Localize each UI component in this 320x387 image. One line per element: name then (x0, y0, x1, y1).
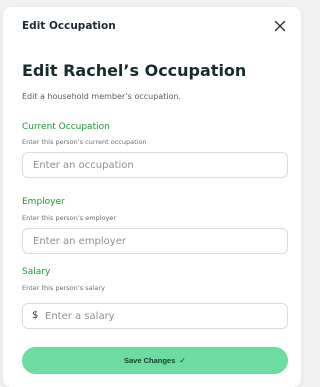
save-changes-label: Save Changes (124, 356, 176, 365)
salary-input[interactable] (43, 304, 287, 328)
close-icon (274, 20, 286, 32)
check-icon: ✓ (179, 355, 186, 365)
page-title: Edit Rachel’s Occupation (22, 61, 247, 80)
employer-help: Enter this person’s employer (22, 214, 116, 222)
modal-topbar-title: Edit Occupation (22, 20, 116, 32)
occupation-input[interactable] (22, 152, 288, 178)
occupation-label: Current Occupation (22, 122, 110, 132)
occupation-help: Enter this person’s current occupation (22, 138, 147, 146)
salary-field: $ (22, 303, 288, 329)
close-button[interactable] (271, 17, 289, 35)
salary-help: Enter this person’s salary (22, 284, 105, 292)
modal-topbar: Edit Occupation (3, 7, 301, 43)
employer-label: Employer (22, 197, 65, 207)
salary-label: Salary (22, 267, 51, 277)
currency-prefix: $ (32, 310, 39, 321)
save-changes-button[interactable]: Save Changes ✓ (22, 347, 288, 374)
edit-occupation-modal: Edit Occupation Edit Rachel’s Occupation… (3, 7, 301, 387)
page-subtitle: Edit a household member’s occupation. (22, 92, 182, 101)
employer-input[interactable] (22, 228, 288, 254)
